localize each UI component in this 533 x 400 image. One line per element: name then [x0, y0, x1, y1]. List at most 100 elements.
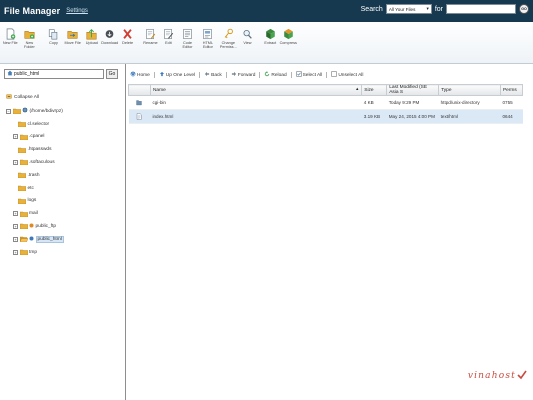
tree-root[interactable]: − (/home/bdivrpz) [6, 107, 63, 115]
expand-toggle-icon[interactable]: + [13, 236, 18, 242]
search-input[interactable] [446, 4, 516, 14]
permissions-icon [223, 28, 234, 40]
tree-item-etc[interactable]: etc [18, 184, 34, 192]
globe-icon [29, 223, 34, 230]
file-name-cell[interactable]: index.html [150, 109, 362, 124]
compress-button[interactable]: Compress [280, 28, 297, 45]
toolbar: New File New Folder Copy Move File Upload Dow… [0, 22, 533, 64]
up-level-nav-button[interactable]: Up One Level [159, 71, 195, 79]
toolbar-button-label: New File [2, 41, 18, 45]
house-icon [7, 70, 13, 78]
home-nav-button[interactable]: Home [130, 71, 150, 79]
html-editor-icon [202, 28, 213, 40]
tree-item-label: public_ftp [35, 223, 57, 229]
collapse-all-label: Collapse All [14, 95, 40, 100]
path-go-button[interactable]: Go [106, 69, 118, 79]
tree-item-trash[interactable]: .trash [18, 171, 40, 179]
tree-item-cpanel[interactable]: + .cpanel [13, 133, 44, 141]
search-go-button[interactable]: GO [519, 4, 529, 14]
nav-button-label: Unselect All [338, 72, 364, 78]
view-button[interactable]: View [239, 28, 256, 45]
new-file-button[interactable]: New File [2, 28, 19, 45]
top-header: File Manager Settings Search All Your Fi… [0, 0, 533, 22]
move-file-button[interactable]: Move File [63, 28, 82, 45]
folder-icon [19, 134, 28, 140]
watermark-logo: vinahost [468, 370, 527, 382]
download-button[interactable]: Download [101, 28, 118, 45]
tree-item-tmp[interactable]: + tmp [13, 248, 37, 256]
table-row[interactable]: cgi-bin 4 KB Today 9:29 PM httpd/unix-direc… [128, 95, 523, 110]
expand-toggle-icon[interactable]: + [13, 249, 18, 255]
tree-item-public-ftp[interactable]: + public_ftp [13, 222, 56, 230]
column-header-modified[interactable]: Last Modified (SE Asia S [386, 84, 440, 96]
unselect-all-nav-button[interactable]: Unselect All [331, 71, 363, 79]
tree-item-label: cl.selector [27, 121, 50, 127]
search-scope-value: All Your Files [388, 6, 416, 12]
back-nav-button[interactable]: Back [204, 71, 222, 79]
delete-button[interactable]: Delete [119, 28, 136, 45]
select-all-icon [295, 71, 302, 79]
file-list-panel: Home Up One Level Back Forward Reload Select … [128, 64, 533, 400]
upload-button[interactable]: Upload [84, 28, 101, 45]
expand-toggle-icon[interactable]: + [13, 159, 18, 165]
toolbar-button-label: Rename [143, 41, 158, 45]
html-editor-button[interactable]: HTML Editor [198, 28, 217, 50]
file-rows: cgi-bin 4 KB Today 9:29 PM httpd/unix-direc… [128, 95, 523, 124]
folder-icon [12, 108, 21, 114]
rename-button[interactable]: Rename [142, 28, 159, 45]
nav-button-label: Back [211, 72, 222, 78]
home-icon [130, 71, 136, 79]
tree-item-public-html[interactable]: + public_html [13, 235, 64, 243]
forward-nav-button[interactable]: Forward [231, 71, 255, 79]
expand-toggle-icon[interactable]: + [13, 211, 18, 217]
reload-nav-button[interactable]: Reload [264, 71, 287, 79]
tree-item-mail[interactable]: + mail [13, 210, 38, 218]
permissions-button[interactable]: Change Permiss... [219, 28, 238, 50]
file-table: Name ▲ Size Last Modified (SE Asia S Typ… [128, 84, 524, 124]
toolbar-button-label: HTML Editor [202, 41, 214, 50]
file-size-cell: 3.19 KB [361, 109, 387, 124]
watermark-text: vinahost [467, 371, 516, 381]
tree-item-label: mail [29, 211, 38, 217]
settings-link[interactable]: Settings [66, 8, 88, 14]
nav-separator [259, 72, 261, 78]
nav-separator [225, 72, 227, 78]
collapse-all-link[interactable]: Collapse All [6, 94, 39, 101]
tree-item-logs[interactable]: logs [18, 197, 36, 205]
file-name-cell[interactable]: cgi-bin [150, 95, 362, 110]
edit-button[interactable]: Edit [160, 28, 177, 45]
new-file-icon [5, 28, 16, 40]
unselect-all-icon [331, 71, 337, 79]
column-header-type[interactable]: Type [438, 84, 501, 96]
collapse-toggle-icon[interactable]: − [6, 108, 11, 114]
nav-separator [326, 72, 328, 78]
code-editor-button[interactable]: Code Editor [178, 28, 197, 50]
new-folder-button[interactable]: New Folder [20, 28, 39, 50]
search-label: Search [360, 5, 383, 13]
folder-icon [19, 211, 28, 217]
reload-icon [264, 71, 270, 79]
tree-item-cl-selector[interactable]: cl.selector [18, 120, 49, 128]
search-scope-select[interactable]: All Your Files ▾ [385, 4, 432, 14]
tree-item-softaculous[interactable]: + .softaculous [13, 158, 55, 166]
column-header-name[interactable]: Name ▲ [149, 84, 363, 96]
expand-toggle-icon[interactable]: + [13, 223, 18, 229]
file-modified-cell: Today 9:29 PM [386, 95, 439, 110]
chevron-down-icon: ▾ [426, 6, 429, 11]
table-row[interactable]: index.html 3.19 KB May 24, 2015 4:00 PM tex… [128, 109, 523, 124]
copy-button[interactable]: Copy [45, 28, 62, 45]
column-header-size[interactable]: Size [361, 84, 388, 96]
select-all-nav-button[interactable]: Select All [295, 71, 322, 79]
back-icon [204, 71, 210, 79]
column-header-perms[interactable]: Perms [499, 84, 524, 96]
toolbar-button-label: Copy [49, 41, 58, 45]
extract-button[interactable]: Extract [262, 28, 279, 45]
path-input[interactable]: public_html [4, 69, 104, 79]
path-bar: public_html Go [4, 69, 118, 79]
tree-item-label: .softaculous [29, 159, 55, 165]
expand-toggle-icon[interactable]: + [13, 134, 18, 140]
tree-item-htpasswds[interactable]: .htpasswds [18, 146, 52, 154]
toolbar-button-label: Change Permiss... [219, 41, 237, 50]
tree-item-label: .cpanel [29, 134, 45, 140]
collapse-icon [6, 94, 12, 101]
